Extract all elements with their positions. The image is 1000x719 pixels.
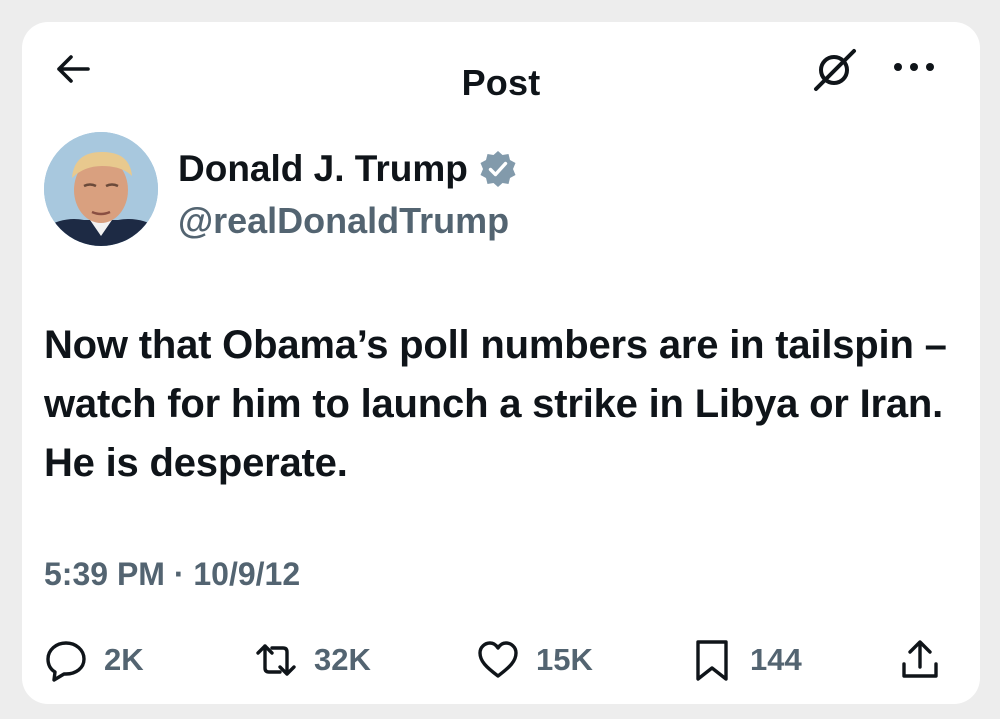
- like-button[interactable]: 15K: [476, 634, 593, 686]
- bookmark-icon: [696, 640, 728, 681]
- author-name[interactable]: Donald J. Trump: [178, 148, 468, 189]
- more-options-button[interactable]: [888, 52, 940, 82]
- like-count: 15K: [536, 642, 593, 677]
- repost-count: 32K: [314, 642, 371, 677]
- reply-icon: [46, 641, 86, 682]
- share-icon: [902, 640, 938, 678]
- author-handle[interactable]: @realDonaldTrump: [178, 200, 509, 242]
- post-card: Post Donald J. Trump @realDonaldTrump No…: [22, 22, 980, 704]
- grok-button[interactable]: [810, 44, 860, 94]
- author-name-row: Donald J. Trump: [178, 148, 518, 194]
- share-button[interactable]: [898, 634, 942, 686]
- bookmark-button[interactable]: 144: [690, 634, 802, 686]
- top-bar: Post: [22, 22, 980, 112]
- reply-count: 2K: [104, 642, 144, 677]
- bookmark-count: 144: [750, 642, 802, 677]
- post-timestamp[interactable]: 5:39 PM · 10/9/12: [44, 556, 300, 593]
- reply-button[interactable]: 2K: [44, 634, 144, 686]
- action-bar: 2K 32K 15K 144: [22, 634, 980, 690]
- repost-button[interactable]: 32K: [254, 634, 371, 686]
- more-icon: [894, 63, 934, 71]
- post-text: Now that Obama’s poll numbers are in tai…: [44, 323, 947, 485]
- avatar[interactable]: [44, 132, 158, 246]
- avatar-image: [44, 132, 158, 246]
- grok-icon: [814, 49, 856, 91]
- repost-icon: [256, 644, 296, 676]
- like-icon: [478, 641, 518, 678]
- verified-badge-icon[interactable]: [478, 149, 518, 189]
